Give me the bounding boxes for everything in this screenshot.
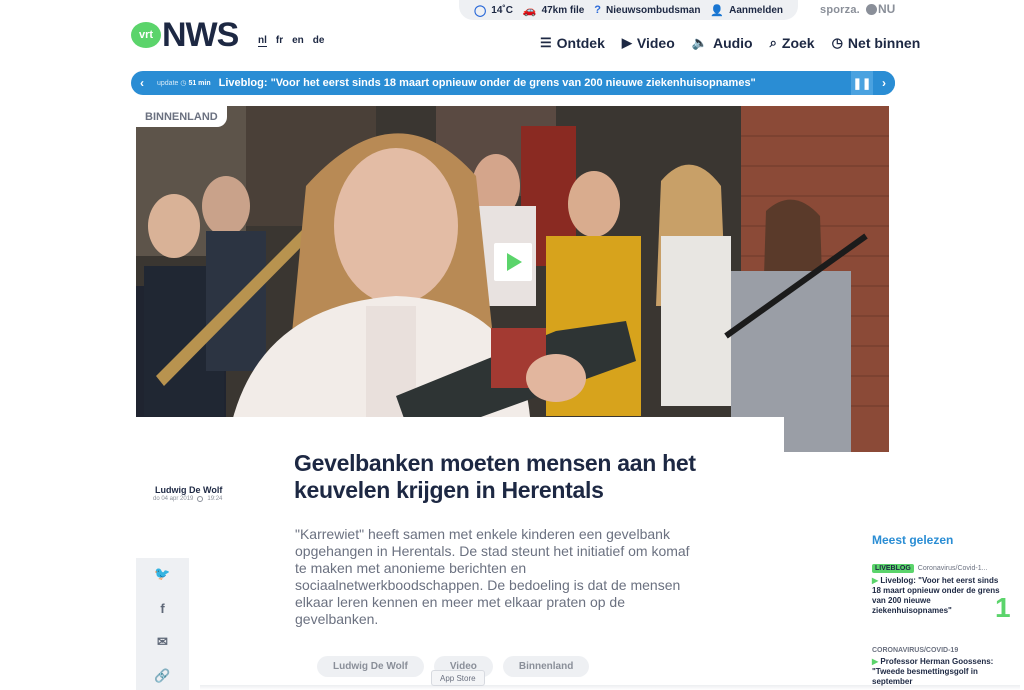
article-time: 19:24 [207,496,223,502]
ticker-headline-link[interactable]: Liveblog: "Voor het eerst sinds 18 maart… [219,77,851,89]
speaker-icon: 🔈 [691,35,708,50]
appstore-tooltip: App Store [431,670,485,686]
nav-video-label: Video [636,35,675,51]
tag-binnenland[interactable]: Binnenland [502,656,590,677]
ticker-update: update ◷ 51 min [157,79,211,87]
play-icon: ▶ [621,35,632,50]
clock-icon [197,496,204,502]
nws-wordmark: NWS [162,16,239,54]
login-link[interactable]: 👤 Aanmelden [710,4,783,17]
facebook-icon[interactable]: f [155,600,171,616]
vrtnu-link[interactable]: NU [866,2,895,16]
weather-link[interactable]: ◯ 14˚C [474,4,513,17]
most-read-title: Meest gelezen [872,533,954,547]
lang-de[interactable]: de [313,35,325,47]
ticker-update-label: update [157,80,179,87]
most-read-item-meta: LIVEBLOG Coronavirus/Covid-1... [872,564,1007,573]
hero-bottom-mask [136,417,784,453]
search-icon: ⌕ [769,35,777,50]
clock-icon: ◷ [831,35,843,50]
menu-icon: ☰ [540,35,552,50]
article-title: Gevelbanken moeten mensen aan het keuvel… [294,450,696,503]
utility-bar: ◯ 14˚C 🚗 47km file ? Nieuwsombudsman 👤 A… [459,0,798,20]
language-switcher: nl fr en de [258,35,324,47]
liveblog-badge: LIVEBLOG [872,564,914,573]
play-button[interactable] [494,243,532,281]
ticker-pause-button[interactable]: ❚❚ [851,71,873,95]
login-text: Aanmelden [729,4,783,16]
weather-icon: ◯ [473,4,487,17]
share-bar: 🐦 f ✉ 🔗 [136,558,189,690]
author-name[interactable]: Ludwig De Wolf [155,485,222,495]
vrt-nws-logo[interactable]: vrt NWS [131,16,239,54]
most-read-item-headline: ▶ Liveblog: "Voor het eerst sinds 18 maa… [872,576,1007,616]
article-date: do 04 apr 2019 [153,496,194,502]
sporza-link[interactable]: sporza. [820,4,860,16]
nav-ontdek[interactable]: ☰ Ontdek [540,35,605,51]
most-read-item-category: Coronavirus/Covid-1... [917,565,988,572]
most-read-item[interactable]: CORONAVIRUS/COVID-19 ▶ Professor Herman … [872,647,1007,687]
rank-number: 1 [995,592,1011,623]
nav-ontdek-label: Ontdek [556,35,605,51]
nav-net-binnen[interactable]: ◷ Net binnen [832,35,921,51]
nav-audio[interactable]: 🔈 Audio [692,35,753,51]
vrt-bubble-icon: vrt [131,22,161,48]
lang-fr[interactable]: fr [276,35,283,47]
most-read-item-headline: ▶ Professor Herman Goossens: "Tweede bes… [872,657,1007,687]
traffic-text: 47km file [541,4,585,16]
car-icon: 🚗 [522,4,537,17]
twitter-icon[interactable]: 🐦 [154,566,170,582]
most-read-item-category: CORONAVIRUS/COVID-19 [872,647,959,654]
nav-audio-label: Audio [712,35,753,51]
vrtnu-text: NU [878,2,896,16]
nav-video[interactable]: ▶ Video [622,35,675,51]
mail-icon[interactable]: ✉ [155,634,171,650]
lang-en[interactable]: en [292,35,304,47]
play-icon: ▶ [872,657,879,666]
ombudsman-text: Nieuwsombudsman [606,4,701,16]
vrtnu-logo-icon [866,3,877,15]
nav-net-binnen-label: Net binnen [847,35,921,51]
most-read-item-headline-text: Liveblog: "Voor het eerst sinds 18 maart… [872,576,1000,615]
link-icon[interactable]: 🔗 [154,668,170,684]
ticker-clock-icon: ◷ [180,80,187,87]
ticker-update-time: 51 min [188,80,211,87]
lang-nl[interactable]: nl [258,35,267,47]
tag-author[interactable]: Ludwig De Wolf [317,656,424,677]
traffic-link[interactable]: 🚗 47km file [523,4,585,17]
question-icon: ? [594,4,602,16]
article-meta: do 04 apr 2019 19:24 [153,496,222,502]
liveblog-ticker: ‹ update ◷ 51 min Liveblog: "Voor het ee… [131,71,895,95]
user-icon: 👤 [710,4,725,17]
article-intro: "Karrewiet" heeft samen met enkele kinde… [295,526,690,627]
nav-zoek-label: Zoek [781,35,815,51]
category-tag[interactable]: BINNENLAND [136,106,227,127]
ombudsman-link[interactable]: ? Nieuwsombudsman [594,4,700,16]
play-icon: ▶ [872,576,879,585]
ticker-next-button[interactable]: › [873,71,895,95]
most-read-item[interactable]: LIVEBLOG Coronavirus/Covid-1... ▶ Livebl… [872,564,1007,616]
weather-text: 14˚C [491,4,513,16]
main-navigation: ☰ Ontdek ▶ Video 🔈 Audio ⌕ Zoek ◷ Net bi… [540,35,920,51]
most-read-item-headline-text: Professor Herman Goossens: "Tweede besme… [872,657,994,686]
nav-zoek[interactable]: ⌕ Zoek [770,35,815,51]
ticker-prev-button[interactable]: ‹ [131,76,153,90]
play-icon [507,253,522,271]
